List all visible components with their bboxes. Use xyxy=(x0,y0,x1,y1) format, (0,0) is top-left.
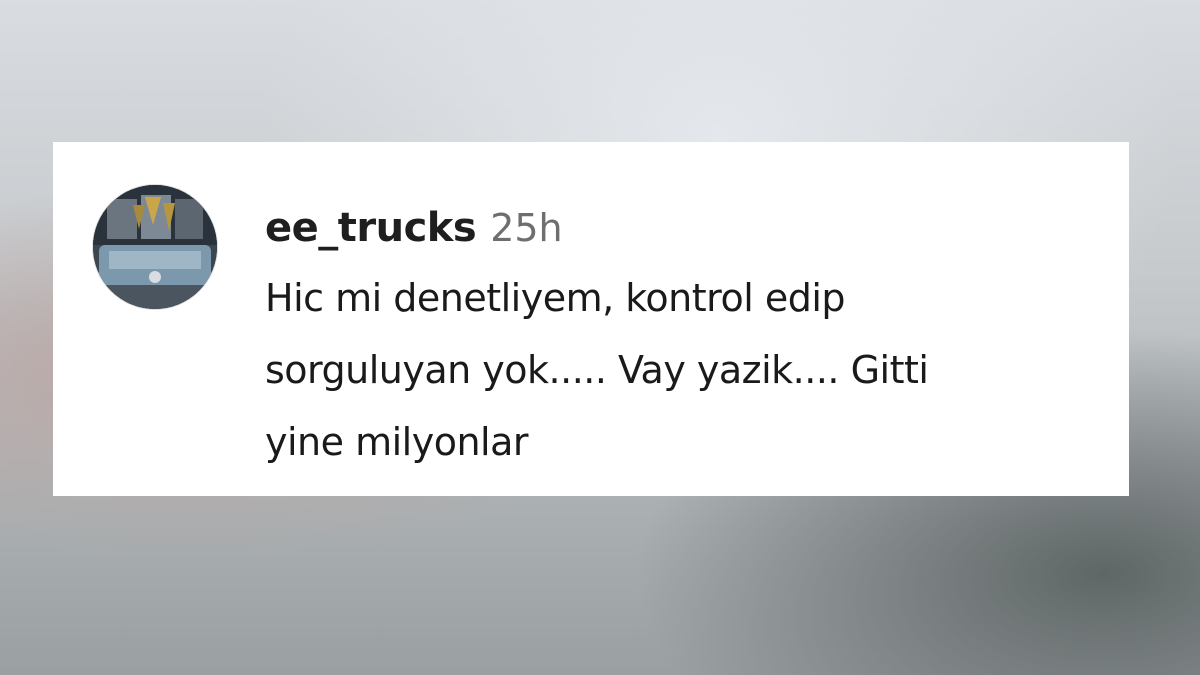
comment-text-line: yine milyonlar xyxy=(265,420,529,464)
avatar-image xyxy=(93,185,217,309)
comment-card: ee_trucks 25h Hic mi denetliyem, kontrol… xyxy=(53,142,1129,496)
comment-text: Hic mi denetliyem, kontrol edip sorguluy… xyxy=(265,262,1095,478)
comment-timestamp[interactable]: 25h xyxy=(490,200,562,256)
comment-header: ee_trucks 25h xyxy=(265,200,1095,256)
comment-body: ee_trucks 25h Hic mi denetliyem, kontrol… xyxy=(265,200,1095,478)
comment-text-line: sorguluyan yok..... Vay yazik.... Gitti xyxy=(265,348,929,392)
avatar[interactable] xyxy=(93,185,217,309)
comment-text-line: Hic mi denetliyem, kontrol edip xyxy=(265,276,846,320)
username-link[interactable]: ee_trucks xyxy=(265,200,477,256)
